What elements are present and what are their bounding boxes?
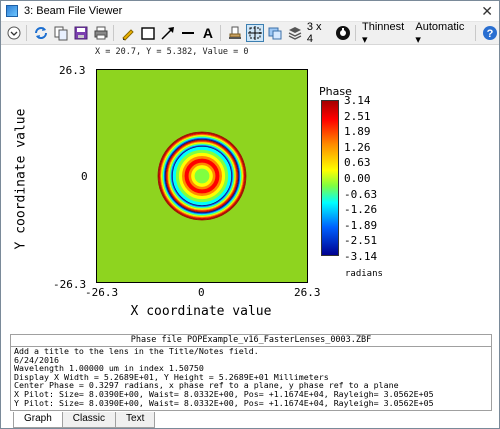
app-icon — [6, 5, 18, 17]
tab-text[interactable]: Text — [115, 412, 156, 428]
x-tick-mid: 0 — [198, 286, 205, 299]
colorbar-tick: 0.00 — [344, 172, 371, 185]
close-icon[interactable]: ✕ — [481, 3, 493, 20]
svg-text:?: ? — [487, 28, 494, 40]
pencil-icon[interactable] — [119, 24, 137, 42]
copy-icon[interactable] — [52, 24, 70, 42]
line-thickness-value: Thinnest — [362, 20, 405, 33]
tab-graph[interactable]: Graph — [13, 412, 63, 428]
colorbar — [321, 100, 339, 256]
x-axis-label: X coordinate value — [130, 304, 272, 319]
chevron-down-icon: ▾ — [362, 33, 368, 46]
window-title: 3: Beam File Viewer — [24, 5, 123, 17]
colorbar-tick: -2.51 — [344, 234, 378, 248]
settings-icon[interactable] — [334, 24, 352, 42]
toolbar-separator — [112, 25, 114, 41]
toolbar-separator — [26, 25, 27, 41]
arrow-icon[interactable] — [159, 24, 177, 42]
y-tick-bottom: -26.3 — [53, 278, 87, 291]
layout-label[interactable]: 3 x 4 — [304, 21, 332, 45]
y-tick-top: 26.3 — [59, 64, 86, 77]
scale-value: Automatic — [415, 20, 465, 33]
toolbar-separator — [475, 25, 477, 41]
colorbar-tick: -1.89 — [344, 218, 378, 232]
stamp-icon[interactable] — [226, 24, 244, 42]
tab-classic[interactable]: Classic — [61, 412, 117, 428]
x-tick-right: 26.3 — [294, 286, 321, 299]
phase-plot[interactable] — [96, 69, 308, 283]
title-bar: 3: Beam File Viewer ✕ — [1, 1, 499, 22]
view-tabs: Graph Classic Text — [13, 412, 156, 428]
line-icon[interactable] — [179, 24, 197, 42]
overlay-icon[interactable] — [266, 24, 284, 42]
scale-dropdown[interactable]: Automatic ▾ — [412, 21, 472, 46]
y-axis-label: Y coordinate value — [13, 108, 29, 250]
y-tick-mid: 0 — [81, 170, 88, 183]
toolbar-separator — [355, 25, 357, 41]
info-line: Add a title to the lens in the Title/Not… — [14, 346, 259, 356]
print-icon[interactable] — [92, 24, 110, 42]
refresh-icon[interactable] — [32, 24, 50, 42]
phase-core — [199, 173, 205, 179]
colorbar-tick: -1.26 — [344, 203, 378, 217]
line-thickness-dropdown[interactable]: Thinnest ▾ — [359, 21, 412, 46]
help-icon[interactable]: ? — [481, 24, 499, 42]
crosshair-icon[interactable] — [245, 24, 264, 42]
info-text-panel: Phase file POPExample_v16_FasterLenses_0… — [10, 334, 492, 411]
dropdown-menu-icon[interactable] — [5, 24, 23, 42]
info-line: Y Pilot: Size= 8.0390E+00, Waist= 8.0332… — [14, 397, 434, 408]
colorbar-tick: -3.14 — [344, 250, 378, 263]
colorbar-tick: 1.26 — [344, 140, 371, 154]
rectangle-icon[interactable] — [139, 24, 157, 42]
cursor-readout: X = 20.7, Y = 5.382, Value = 0 — [95, 47, 249, 57]
colorbar-tick: -0.63 — [344, 187, 378, 201]
x-tick-left: -26.3 — [85, 286, 119, 299]
colorbar-unit: radians — [345, 269, 383, 279]
toolbar-separator — [219, 25, 221, 41]
colorbar-tick: 1.89 — [344, 125, 371, 139]
layers-icon[interactable] — [286, 24, 304, 42]
info-lines: Add a title to the lens in the Title/Not… — [11, 347, 491, 407]
phase-map-svg — [157, 131, 247, 221]
toolbar: A 3 x 4 Thinnest ▾ Automatic ▾ ? — [1, 21, 499, 46]
colorbar-tick: 2.51 — [344, 109, 371, 123]
colorbar-tick: 3.14 — [344, 94, 371, 107]
chevron-down-icon: ▾ — [415, 33, 421, 46]
text-tool-icon[interactable]: A — [199, 24, 217, 42]
save-icon[interactable] — [72, 24, 90, 42]
colorbar-tick: 0.63 — [344, 156, 371, 170]
beam-file-viewer-window: 3: Beam File Viewer ✕ A 3 x 4 Thinnest ▾… — [0, 0, 500, 429]
